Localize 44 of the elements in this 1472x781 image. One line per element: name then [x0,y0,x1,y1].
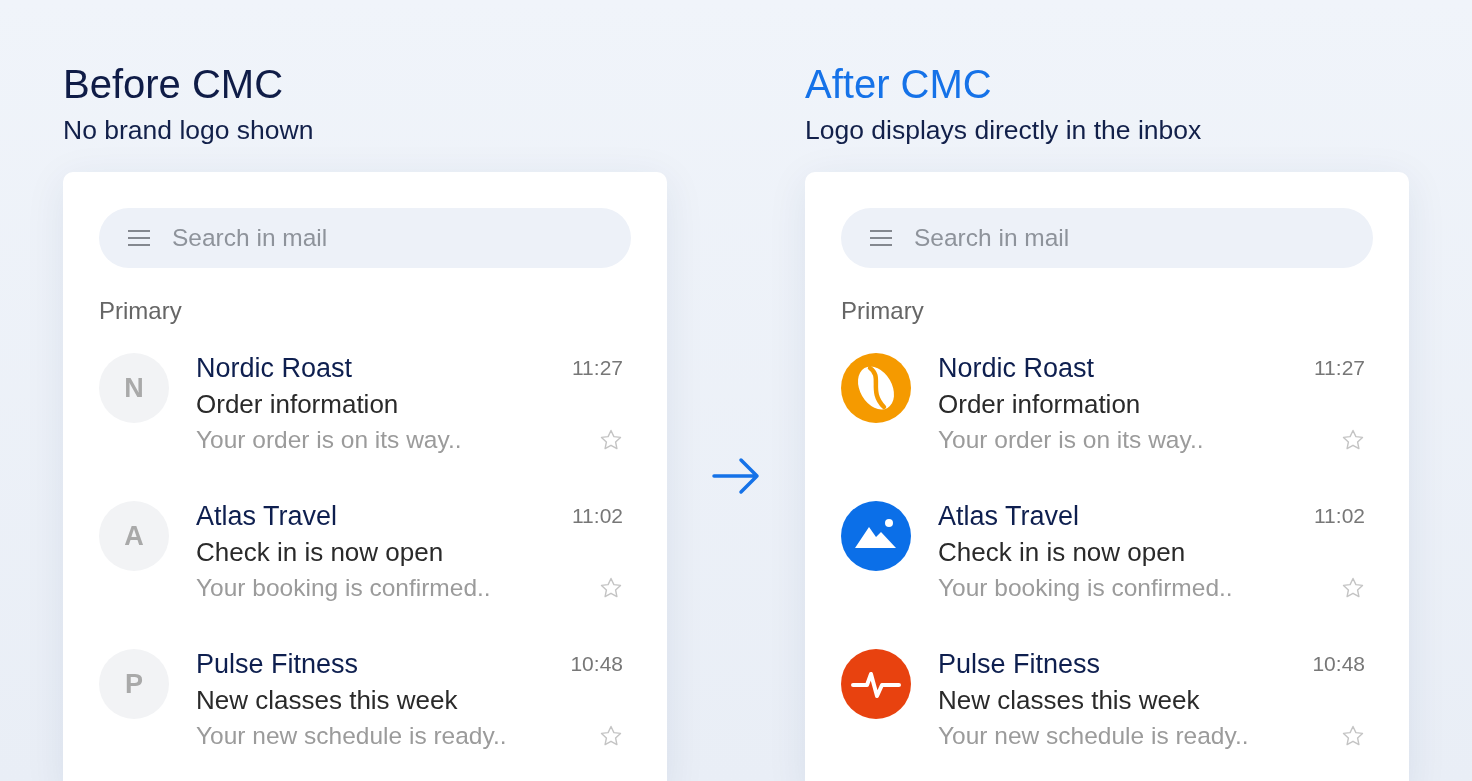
email-preview: Your new schedule is ready.. [938,721,1249,751]
email-time: 11:27 [1314,355,1365,381]
email-subject: Check in is now open [938,536,1186,569]
search-field[interactable]: Search in mail [99,208,631,268]
email-preview: Your new schedule is ready.. [196,721,507,751]
email-preview: Your order is on its way.. [938,425,1204,455]
star-icon[interactable] [599,724,623,748]
panel-title: Before CMC [63,61,284,108]
email-time: 10:48 [1312,651,1365,677]
letter-avatar: A [99,501,169,571]
sender-name: Nordic Roast [938,352,1095,385]
email-time: 11:02 [1314,503,1365,529]
email-preview: Your booking is confirmed.. [196,573,491,603]
email-time: 10:48 [570,651,623,677]
menu-icon[interactable] [870,230,892,246]
arrow-right-icon [712,457,760,495]
letter-avatar: N [99,353,169,423]
sender-name: Atlas Travel [938,500,1080,533]
sender-name: Nordic Roast [196,352,353,385]
star-icon[interactable] [599,428,623,452]
email-preview: Your booking is confirmed.. [938,573,1233,603]
email-preview: Your order is on its way.. [196,425,462,455]
email-subject: Check in is now open [196,536,444,569]
sender-name: Pulse Fitness [196,648,359,681]
email-time: 11:27 [572,355,623,381]
search-field[interactable]: Search in mail [841,208,1373,268]
email-subject: New classes this week [938,684,1200,717]
menu-icon[interactable] [128,230,150,246]
section-label: Primary [99,297,182,325]
star-icon[interactable] [599,576,623,600]
panel-subtitle: Logo displays directly in the inbox [805,114,1202,146]
star-icon[interactable] [1341,576,1365,600]
email-subject: New classes this week [196,684,458,717]
sender-name: Atlas Travel [196,500,338,533]
sender-name: Pulse Fitness [938,648,1101,681]
email-subject: Order information [938,388,1141,421]
section-label: Primary [841,297,924,325]
panel-subtitle: No brand logo shown [63,114,314,146]
star-icon[interactable] [1341,428,1365,452]
panel-title: After CMC [805,61,992,108]
email-time: 11:02 [572,503,623,529]
star-icon[interactable] [1341,724,1365,748]
email-subject: Order information [196,388,399,421]
letter-avatar: P [99,649,169,719]
